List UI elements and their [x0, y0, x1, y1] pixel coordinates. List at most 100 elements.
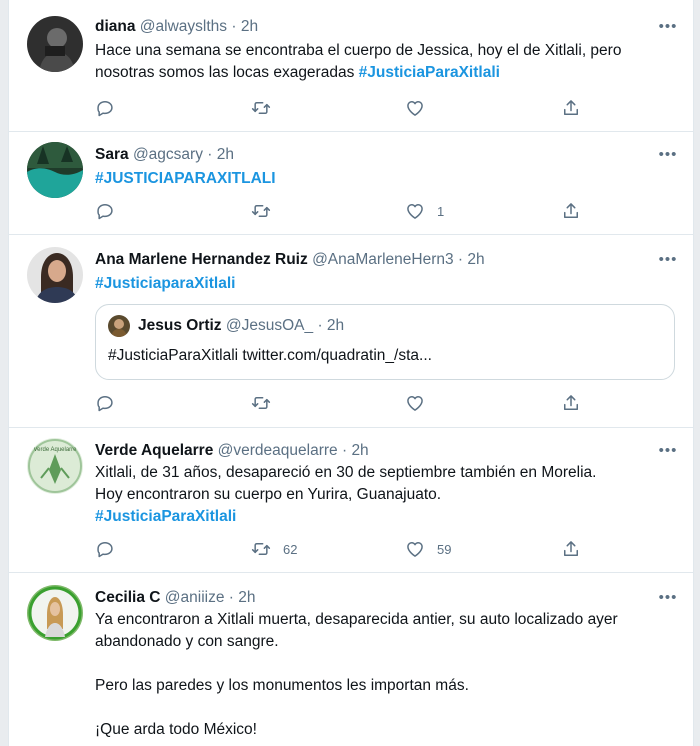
line-break: [95, 697, 679, 719]
like-button[interactable]: 59: [405, 538, 451, 560]
hashtag-link[interactable]: #JUSTICIAPARAXITLALI: [95, 168, 679, 190]
tweet-text: Xitlali, de 31 años, desapareció en 30 d…: [95, 462, 679, 528]
share-icon: [561, 98, 581, 118]
tweet-text: #JUSTICIAPARAXITLALI: [95, 168, 679, 190]
display-name[interactable]: diana: [95, 18, 135, 35]
quoted-user-handle[interactable]: @JesusOA_: [226, 317, 313, 334]
more-icon[interactable]: •••: [657, 147, 679, 164]
hashtag-link[interactable]: #JusticiaParaXitlali: [95, 506, 679, 528]
reply-icon: [95, 539, 115, 559]
tweet-text-line: ¡Que arda todo México!: [95, 721, 257, 738]
retweet-button[interactable]: [251, 97, 271, 119]
tweet-actions: [95, 392, 673, 414]
tweet-actions: 62 59: [95, 538, 673, 560]
timestamp[interactable]: 2h: [467, 251, 484, 268]
user-handle[interactable]: @aniiize: [165, 589, 225, 606]
display-name[interactable]: Verde Aquelarre: [95, 442, 213, 459]
quoted-tweet[interactable]: Jesus Ortiz @JesusOA_ · 2h #JusticiaPara…: [95, 304, 675, 380]
tweet-text: Hace una semana se encontraba el cuerpo …: [95, 40, 679, 84]
display-name[interactable]: Sara: [95, 146, 129, 163]
like-button[interactable]: [405, 392, 425, 414]
like-count: 59: [437, 541, 452, 557]
reply-button[interactable]: [95, 538, 115, 560]
more-icon[interactable]: •••: [657, 19, 679, 36]
retweet-button[interactable]: [251, 392, 271, 414]
retweet-button[interactable]: [251, 200, 271, 222]
like-count: 1: [437, 203, 445, 219]
like-icon: [405, 98, 425, 118]
quoted-text[interactable]: #JusticiaParaXitlali twitter.com/quadrat…: [108, 347, 432, 365]
tweet-header: Cecilia C @aniiize · 2h: [95, 589, 653, 607]
avatar[interactable]: [27, 16, 83, 72]
share-button[interactable]: [561, 200, 581, 222]
retweet-icon: [251, 393, 271, 413]
tweet-text-line: nosotras somos las locas exageradas: [95, 64, 359, 81]
timestamp[interactable]: 2h: [241, 18, 258, 35]
hashtag-link[interactable]: #JusticiaparaXitlali: [95, 273, 679, 295]
timestamp[interactable]: 2h: [351, 442, 368, 459]
tweet-actions: [95, 97, 673, 119]
share-icon: [561, 539, 581, 559]
retweet-count: 62: [283, 541, 298, 557]
like-icon: [405, 393, 425, 413]
share-icon: [561, 201, 581, 221]
reply-button[interactable]: [95, 200, 115, 222]
like-icon: [405, 539, 425, 559]
tweet-diana[interactable]: diana @alwayslths · 2h ••• Hace una sema…: [9, 0, 693, 132]
tweet-header: Ana Marlene Hernandez Ruiz @AnaMarleneHe…: [95, 251, 653, 269]
share-icon: [561, 393, 581, 413]
retweet-icon: [251, 201, 271, 221]
separator-dot: ·: [231, 18, 237, 35]
user-handle[interactable]: @alwayslths: [140, 18, 227, 35]
share-button[interactable]: [561, 97, 581, 119]
line-break: [95, 653, 679, 675]
reply-icon: [95, 98, 115, 118]
reply-icon: [95, 393, 115, 413]
avatar[interactable]: [27, 585, 83, 641]
tweet-cecilia[interactable]: Cecilia C @aniiize · 2h ••• Ya encontrar…: [9, 573, 693, 746]
quoted-display-name[interactable]: Jesus Ortiz: [138, 317, 222, 334]
user-handle[interactable]: @AnaMarleneHern3: [312, 251, 454, 268]
retweet-icon: [251, 539, 271, 559]
quoted-header: Jesus Ortiz @JesusOA_ · 2h: [138, 317, 344, 335]
tweet-text-line: Ya encontraron a Xitlali muerta, desapar…: [95, 611, 618, 628]
tweet-ana-marlene[interactable]: Ana Marlene Hernandez Ruiz @AnaMarleneHe…: [9, 235, 693, 428]
reply-button[interactable]: [95, 97, 115, 119]
separator-dot: ·: [228, 589, 234, 606]
like-button[interactable]: [405, 97, 425, 119]
display-name[interactable]: Cecilia C: [95, 589, 160, 606]
share-button[interactable]: [561, 538, 581, 560]
tweet-text: #JusticiaparaXitlali: [95, 273, 679, 295]
tweet-text-line: Hoy encontraron su cuerpo en Yurira, Gua…: [95, 486, 442, 503]
retweet-button[interactable]: 62: [251, 538, 297, 560]
avatar[interactable]: [27, 142, 83, 198]
more-icon[interactable]: •••: [657, 252, 679, 269]
tweet-text-line: abandonado y con sangre.: [95, 633, 279, 650]
avatar-logo-text: Verde Aquelarre: [33, 447, 77, 453]
reply-button[interactable]: [95, 392, 115, 414]
tweet-verde-aquelarre[interactable]: Verde Aquelarre Verde Aquelarre @verdeaq…: [9, 428, 693, 573]
more-icon[interactable]: •••: [657, 590, 679, 607]
timestamp[interactable]: 2h: [217, 146, 234, 163]
separator-dot: ·: [207, 146, 213, 163]
tweet-sara[interactable]: Sara @agcsary · 2h ••• #JUSTICIAPARAXITL…: [9, 132, 693, 235]
avatar[interactable]: [27, 247, 83, 303]
user-handle[interactable]: @verdeaquelarre: [218, 442, 338, 459]
user-handle[interactable]: @agcsary: [133, 146, 203, 163]
display-name[interactable]: Ana Marlene Hernandez Ruiz: [95, 251, 308, 268]
quoted-timestamp[interactable]: 2h: [327, 317, 344, 334]
share-button[interactable]: [561, 392, 581, 414]
separator-dot: ·: [317, 317, 323, 334]
like-button[interactable]: 1: [405, 200, 444, 222]
tweet-header: diana @alwayslths · 2h: [95, 18, 653, 36]
hashtag-link[interactable]: #JusticiaParaXitlali: [359, 64, 500, 81]
tweet-text: Ya encontraron a Xitlali muerta, desapar…: [95, 609, 679, 741]
separator-dot: ·: [341, 442, 348, 459]
more-icon[interactable]: •••: [657, 443, 679, 460]
quoted-avatar[interactable]: [108, 315, 130, 337]
tweet-header: Sara @agcsary · 2h: [95, 146, 653, 164]
timestamp[interactable]: 2h: [238, 589, 255, 606]
tweet-text-line: nosotras somos las locas exageradas #Jus…: [95, 62, 679, 84]
separator-dot: ·: [457, 251, 464, 268]
avatar[interactable]: Verde Aquelarre: [27, 438, 83, 494]
